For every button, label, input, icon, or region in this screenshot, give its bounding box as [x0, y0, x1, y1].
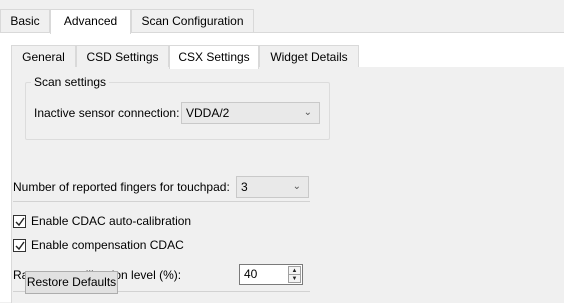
tab-csx-settings[interactable]: CSX Settings	[169, 45, 259, 69]
csx-settings-content: Scan settings Inactive sensor connection…	[11, 67, 564, 303]
raw-count-spinbox[interactable]: 40 ▲ ▼	[239, 264, 303, 285]
compensation-cdac-label: Enable compensation CDAC	[31, 238, 184, 252]
scan-settings-group: Scan settings Inactive sensor connection…	[25, 75, 330, 140]
tab-scan-configuration[interactable]: Scan Configuration	[131, 9, 254, 33]
fingers-label: Number of reported fingers for touchpad:	[13, 180, 230, 194]
inactive-sensor-dropdown[interactable]: VDDA/2 ⌄	[181, 102, 320, 124]
raw-count-value: 40	[244, 267, 258, 281]
top-tab-bar: Basic Advanced Scan Configuration	[0, 9, 564, 34]
tab-csd-settings[interactable]: CSD Settings	[76, 45, 169, 68]
chevron-down-icon: ⌄	[303, 107, 312, 118]
restore-defaults-button[interactable]: Restore Defaults	[25, 271, 118, 294]
sub-tab-bar: General CSD Settings CSX Settings Widget…	[11, 45, 564, 69]
separator	[13, 201, 310, 202]
advanced-panel: General CSD Settings CSX Settings Widget…	[0, 32, 564, 303]
tab-basic[interactable]: Basic	[0, 9, 50, 33]
cdac-auto-calibration-label: Enable CDAC auto-calibration	[31, 214, 192, 228]
spin-up-icon[interactable]: ▲	[289, 267, 300, 275]
scan-settings-title: Scan settings	[31, 75, 110, 89]
spin-down-icon[interactable]: ▼	[289, 275, 300, 283]
inactive-sensor-value: VDDA/2	[186, 106, 230, 120]
spin-buttons: ▲ ▼	[288, 266, 301, 283]
tab-general[interactable]: General	[11, 45, 76, 68]
fingers-value: 3	[241, 180, 248, 194]
check-icon	[13, 239, 26, 252]
fingers-dropdown[interactable]: 3 ⌄	[236, 176, 309, 198]
tab-widget-details[interactable]: Widget Details	[259, 45, 359, 68]
tab-advanced[interactable]: Advanced	[50, 9, 131, 34]
check-icon	[13, 215, 26, 228]
chevron-down-icon: ⌄	[292, 181, 301, 192]
inactive-sensor-label: Inactive sensor connection:	[34, 106, 180, 120]
